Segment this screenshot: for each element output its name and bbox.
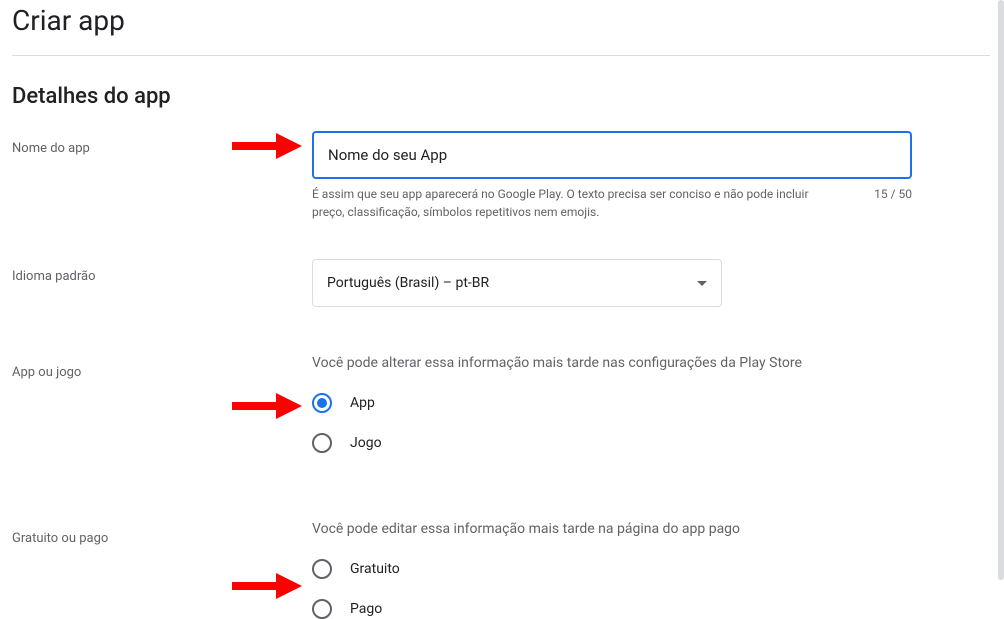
hint-pricing: Você pode editar essa informação mais ta… — [312, 521, 912, 537]
label-app-or-game: App ou jogo — [12, 365, 81, 380]
app-name-helper: É assim que seu app aparecerá no Google … — [312, 185, 822, 221]
radio-button-icon — [312, 433, 332, 453]
chevron-down-icon — [697, 281, 707, 286]
label-language: Idioma padrão — [12, 269, 95, 284]
scrollbar[interactable] — [998, 0, 1004, 580]
language-selected: Português (Brasil) – pt-BR — [327, 275, 489, 291]
hint-app-or-game: Você pode alterar essa informação mais t… — [312, 355, 912, 371]
page-title: Criar app — [12, 0, 992, 55]
row-app-name: Nome do app É assim que seu app aparecer… — [12, 131, 992, 221]
app-name-input[interactable] — [312, 131, 912, 179]
label-app-name: Nome do app — [12, 141, 90, 156]
section-title: Detalhes do app — [12, 84, 992, 109]
divider — [12, 55, 990, 56]
row-app-or-game: App ou jogo Você pode alterar essa infor… — [12, 355, 992, 473]
radio-game[interactable]: Jogo — [312, 433, 912, 453]
radio-app[interactable]: App — [312, 393, 912, 413]
language-select[interactable]: Português (Brasil) – pt-BR — [312, 259, 722, 307]
arrow-annotation-icon — [232, 573, 302, 599]
arrow-annotation-icon — [232, 133, 302, 159]
radio-paid-label: Pago — [350, 601, 382, 617]
radio-button-icon — [312, 559, 332, 579]
radio-paid[interactable]: Pago — [312, 599, 912, 619]
label-pricing: Gratuito ou pago — [12, 531, 108, 546]
row-language: Idioma padrão Português (Brasil) – pt-BR — [12, 259, 992, 307]
arrow-annotation-icon — [232, 393, 302, 419]
radio-game-label: Jogo — [350, 435, 382, 451]
row-pricing: Gratuito ou pago Você pode editar essa i… — [12, 521, 992, 619]
radio-button-icon — [312, 599, 332, 619]
radio-app-label: App — [350, 395, 375, 411]
radio-button-icon — [312, 393, 332, 413]
radio-free-label: Gratuito — [350, 561, 400, 577]
app-name-counter: 15 / 50 — [874, 185, 912, 221]
radio-free[interactable]: Gratuito — [312, 559, 912, 579]
